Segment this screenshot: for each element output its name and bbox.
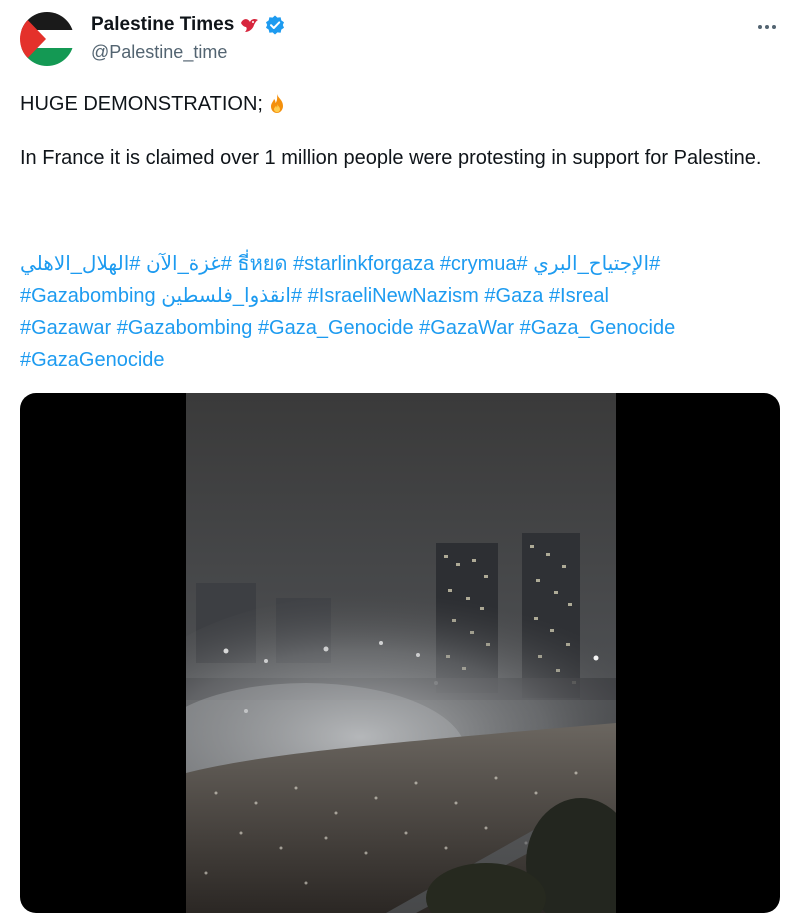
tweet-headline-line: HUGE DEMONSTRATION; (20, 88, 788, 120)
red-bird-icon (238, 14, 260, 36)
protest-video-still (186, 393, 616, 913)
hashtag-line-3: #Gazawar #Gazabombing #Gaza_Genocide #Ga… (20, 312, 790, 344)
hashtag-link[interactable]: #انقذوا_فلسطين (161, 285, 302, 307)
hashtag-link[interactable]: #Isreal (549, 285, 609, 307)
author-name-row: Palestine Times (91, 14, 286, 36)
hashtag-line-2: #Gazabombing #انقذوا_فلسطين #IsraeliNewN… (20, 280, 790, 312)
hashtag-link[interactable]: #GazaGenocide (20, 349, 165, 371)
tweet-media-video[interactable] (20, 393, 780, 913)
avatar[interactable] (20, 12, 74, 66)
hashtag-link[interactable]: #الهلال_الاهلي (20, 253, 140, 275)
hashtag-link[interactable]: #الإجتياح_البري (533, 253, 660, 275)
author-display-name[interactable]: Palestine Times (91, 14, 234, 36)
hashtag-link[interactable]: #crymua (440, 253, 517, 275)
fire-icon (265, 92, 289, 116)
hashtag-link[interactable]: #GazaWar (419, 317, 514, 339)
hashtag-block: #الإجتياح_البري #ธี่หยด #starlinkforgaza… (20, 248, 790, 376)
hashtag-line-1: #الإجتياح_البري #ธี่หยด #starlinkforgaza… (20, 248, 790, 280)
hashtag-link[interactable]: #Gazabombing (117, 317, 253, 339)
hashtag-link[interactable]: #Gaza_Genocide (520, 317, 676, 339)
hashtag-link[interactable]: #Gazawar (20, 317, 111, 339)
tweet-body: In France it is claimed over 1 million p… (20, 147, 762, 169)
palestine-flag-avatar (20, 12, 74, 66)
hashtag-link[interactable]: #starlinkforgaza (293, 253, 434, 275)
tweet-text: HUGE DEMONSTRATION; In France it is clai… (20, 88, 788, 174)
hashtag-link[interactable]: #Gazabombing (20, 285, 156, 307)
more-options-button[interactable] (754, 14, 780, 40)
tweet-headline: HUGE DEMONSTRATION; (20, 93, 263, 115)
more-dots-icon (758, 25, 776, 29)
hashtag-link[interactable]: #IsraeliNewNazism (308, 285, 479, 307)
video-frame[interactable] (186, 393, 616, 913)
hashtag-link[interactable]: #Gaza_Genocide (258, 317, 414, 339)
author-handle[interactable]: @Palestine_time (91, 42, 227, 63)
verified-badge-icon (264, 14, 286, 36)
hashtag-line-4: #GazaGenocide (20, 344, 790, 376)
hashtag-link[interactable]: #Gaza (484, 285, 543, 307)
hashtag-link[interactable]: #غزة_الآن (146, 253, 232, 275)
